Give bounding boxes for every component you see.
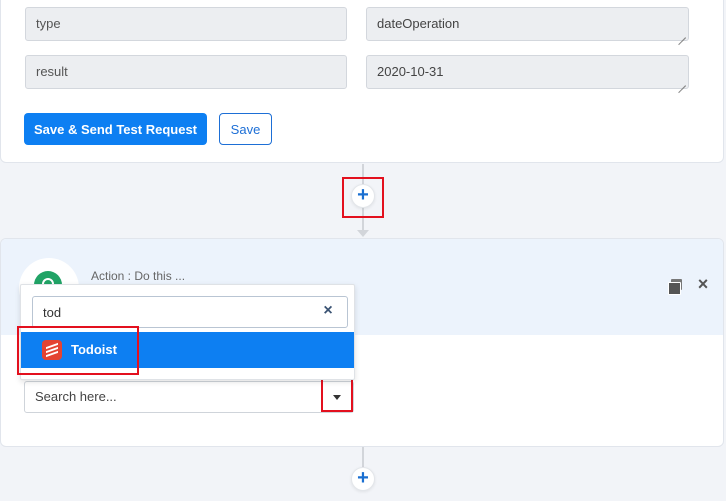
save-button[interactable]: Save xyxy=(219,113,272,145)
highlight-box xyxy=(321,378,353,412)
field-label-result: result xyxy=(25,55,347,89)
action-title: Action : Do this ... xyxy=(91,269,186,283)
copy-icon[interactable] xyxy=(668,279,682,295)
add-step-button[interactable]: + xyxy=(351,467,375,491)
resize-handle-icon[interactable] xyxy=(678,78,686,86)
app-search-input[interactable] xyxy=(32,296,348,328)
save-send-test-button[interactable]: Save & Send Test Request xyxy=(24,113,207,145)
close-icon[interactable]: × xyxy=(695,275,711,293)
connector-line xyxy=(362,447,364,467)
plus-icon: + xyxy=(357,467,369,489)
highlight-box xyxy=(17,326,139,375)
field-value-type[interactable]: dateOperation xyxy=(366,7,689,41)
app-search-select[interactable]: Search here... xyxy=(24,381,354,413)
connector-arrow-icon xyxy=(357,230,369,237)
field-label-type: type xyxy=(25,7,347,41)
resize-handle-icon[interactable] xyxy=(678,30,686,38)
field-value-result[interactable]: 2020-10-31 xyxy=(366,55,689,89)
clear-icon[interactable]: × xyxy=(321,303,335,319)
highlight-box xyxy=(342,177,384,218)
